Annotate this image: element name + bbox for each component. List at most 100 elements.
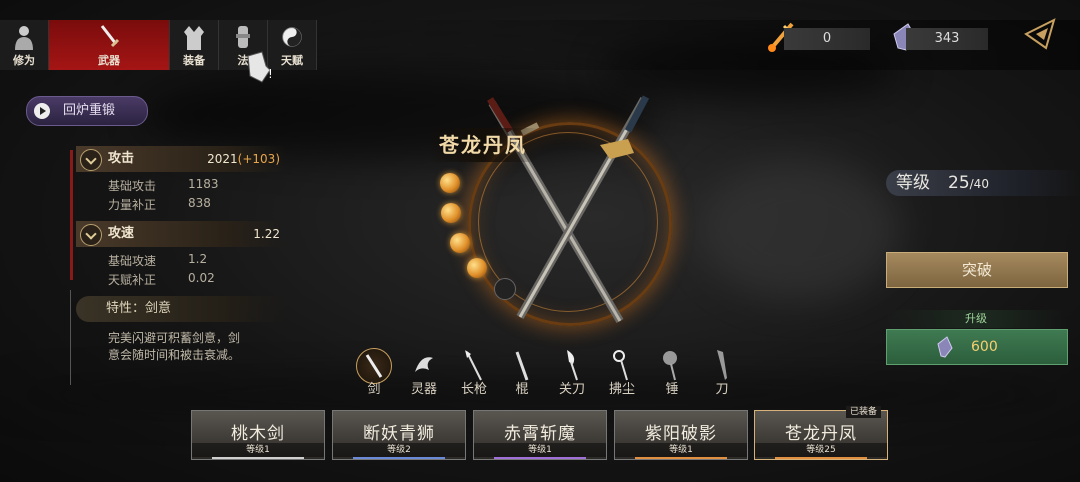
stat-sub-value: 1.2 (188, 252, 208, 266)
weapon-card-level: 等级1 (192, 443, 324, 457)
tab-label: 武器 (98, 54, 120, 67)
yin-yang-icon (282, 27, 302, 47)
divider (70, 290, 71, 385)
star-orb (441, 203, 461, 223)
person-icon (15, 26, 33, 50)
divider (70, 150, 73, 280)
flame-currency: 0 (784, 28, 870, 50)
category-label: 关刀 (558, 382, 585, 397)
category-spirit[interactable]: 灵器 (402, 348, 446, 397)
star-orb (467, 258, 487, 278)
trait-title: 特性：剑意 (106, 301, 172, 316)
level-value: 25/40 (948, 173, 989, 193)
stat-name: 攻速 (108, 226, 135, 241)
upgrade-cost: 600 (971, 339, 998, 355)
weapon-card-name: 苍龙丹凤 (785, 424, 857, 444)
category-sword[interactable]: 剑 (352, 348, 396, 397)
tab-talent[interactable]: 天赋 (268, 20, 317, 70)
stat-sub-label: 天赋补正 (108, 273, 157, 287)
weapon-card[interactable]: 桃木剑 等级1 (191, 410, 325, 460)
star-orb (450, 233, 470, 253)
crystal-currency: 343 (906, 28, 988, 50)
rarity-bar (353, 457, 445, 459)
level-display: 等级 25/40 (886, 170, 1080, 196)
whisk-icon (613, 350, 628, 381)
category-label: 长枪 (460, 382, 487, 397)
weapon-card-name: 赤霄斩魔 (504, 424, 576, 444)
blade-icon (717, 350, 727, 380)
upgrade-button[interactable]: 600 (886, 329, 1068, 365)
rarity-bar (212, 457, 304, 459)
stat-attack-header[interactable]: 攻击 2021(+103) (76, 146, 286, 172)
category-blade[interactable]: 刀 (700, 348, 744, 397)
category-spear[interactable]: 长枪 (452, 348, 496, 397)
dragon-icon (415, 357, 433, 372)
upgrade-label: 升级 (886, 310, 1066, 328)
category-label: 棍 (515, 382, 529, 397)
weapon-card-level: 等级1 (615, 443, 747, 457)
tab-equipment[interactable]: 装备 (170, 20, 219, 70)
category-staff[interactable]: 棍 (500, 348, 544, 397)
trait-description: 完美闪避可积蓄剑意，剑意会随时间和被击衰减。 (108, 331, 241, 362)
spear-icon (465, 350, 482, 381)
svg-text:!: ! (268, 67, 273, 81)
robe-icon (184, 26, 204, 50)
stat-sub-label: 基础攻击 (108, 179, 157, 193)
weapon-card[interactable]: 赤霄斩魔 等级1 (473, 410, 607, 460)
stat-name: 攻击 (108, 151, 135, 166)
play-icon (34, 103, 50, 119)
trait-header: 特性：剑意 (76, 296, 286, 322)
category-hammer[interactable]: 锤 (650, 348, 694, 397)
stat-value: 2021(+103) (207, 152, 280, 166)
weapon-card-name: 桃木剑 (231, 424, 285, 444)
category-label: 剑 (367, 382, 381, 397)
stat-sub-value: 838 (188, 196, 211, 210)
rarity-bar (635, 457, 727, 459)
chevron-down-icon (80, 149, 102, 171)
tool-icon (236, 26, 250, 48)
stat-sub-label: 基础攻速 (108, 254, 157, 268)
weapon-card-level: 等级25 (755, 443, 887, 457)
category-label: 刀 (715, 382, 729, 397)
chevron-down-icon (80, 224, 102, 246)
weapon-name: 苍龙丹凤 (428, 128, 538, 162)
rarity-bar (494, 457, 586, 459)
level-label: 等级 (896, 173, 930, 193)
star-orb (440, 173, 460, 193)
menu-compass-icon[interactable] (1022, 16, 1058, 52)
category-label: 锤 (665, 382, 679, 397)
category-whisk[interactable]: 拂尘 (600, 348, 644, 397)
stat-sub-value: 0.02 (188, 271, 215, 285)
category-label: 拂尘 (608, 382, 635, 397)
staff-icon (515, 351, 529, 381)
hand-pointer-icon: ! (247, 51, 273, 83)
category-glaive[interactable]: 关刀 (550, 348, 594, 397)
star-orb-empty (494, 278, 516, 300)
weapon-card-level: 等级2 (333, 443, 465, 457)
tab-weapon[interactable]: 武器 (49, 20, 170, 70)
reforge-label: 回炉重锻 (63, 103, 116, 118)
stat-speed-header[interactable]: 攻速 1.22 (76, 221, 286, 247)
reforge-button[interactable]: 回炉重锻 (26, 96, 148, 126)
hammer-icon (663, 351, 677, 381)
tab-label: 天赋 (281, 54, 303, 67)
glaive-icon (567, 350, 578, 381)
breakthrough-button[interactable]: 突破 (886, 252, 1068, 288)
weapon-card-name: 断妖青狮 (363, 424, 435, 444)
weapon-card-level: 等级1 (474, 443, 606, 457)
stat-value: 1.22 (253, 227, 280, 241)
rarity-bar (775, 457, 867, 459)
weapon-card[interactable]: 紫阳破影 等级1 (614, 410, 748, 460)
crystal-icon (937, 336, 953, 358)
sword-icon (100, 25, 120, 48)
tab-label: 装备 (183, 54, 205, 67)
weapon-card[interactable]: 断妖青狮 等级2 (332, 410, 466, 460)
tab-cultivation[interactable]: 修为 (0, 20, 49, 70)
equipped-badge: 已装备 (846, 406, 882, 418)
weapon-card-name: 紫阳破影 (645, 424, 717, 444)
stat-sub-label: 力量补正 (108, 198, 157, 212)
tab-label: 修为 (13, 54, 35, 67)
ink-wash (700, 160, 900, 300)
stat-sub-value: 1183 (188, 177, 219, 191)
category-label: 灵器 (410, 382, 437, 397)
